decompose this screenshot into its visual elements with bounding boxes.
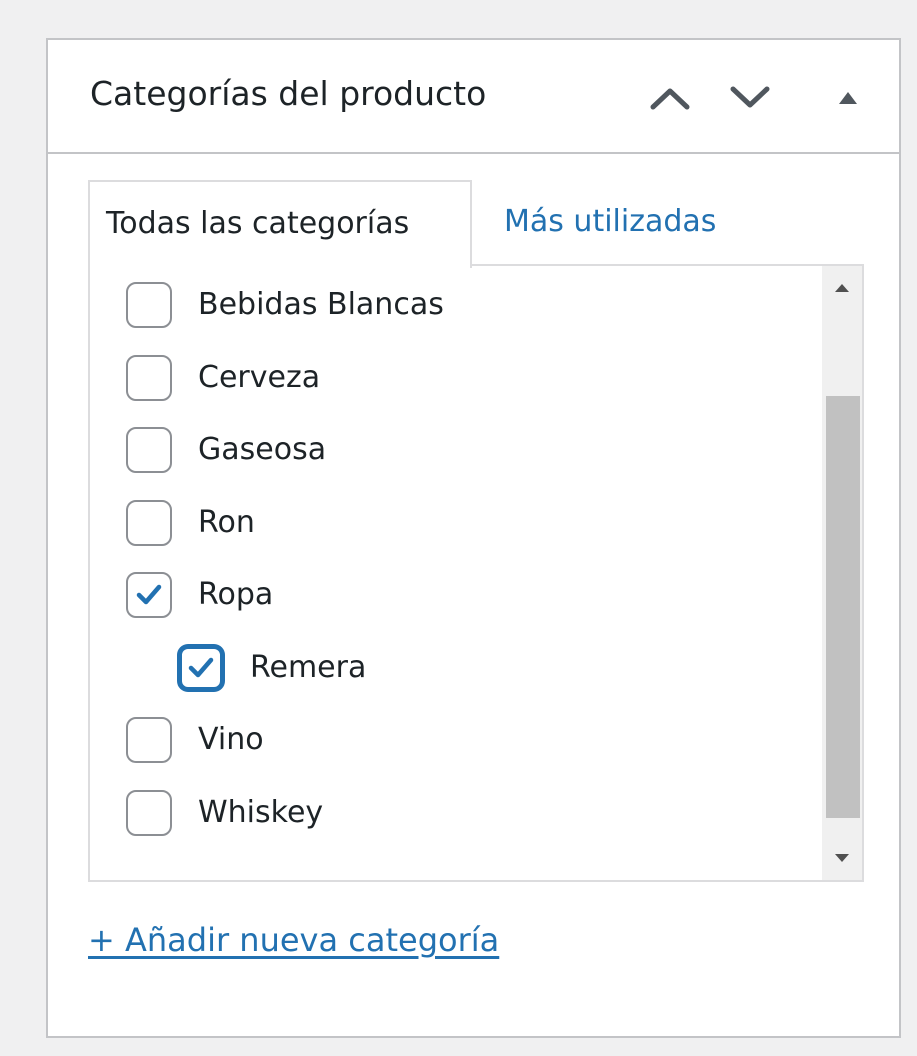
category-checklist: Bebidas Blancas Cerveza Gaseosa Ron Ropa Reme…: [90, 266, 822, 880]
category-checkbox[interactable]: [178, 645, 224, 691]
category-item: Ropa: [126, 570, 273, 620]
category-checkbox[interactable]: [126, 790, 172, 836]
category-item: Vino: [126, 715, 264, 765]
checkmark-icon: [135, 583, 163, 607]
checkmark-icon: [187, 656, 215, 680]
triangle-up-icon: [839, 92, 857, 104]
category-label[interactable]: Bebidas Blancas: [198, 285, 444, 325]
triangle-up-icon: [835, 284, 849, 292]
category-label[interactable]: Cerveza: [198, 358, 320, 398]
scroll-down-arrow[interactable]: [822, 838, 862, 878]
category-label[interactable]: Ropa: [198, 575, 273, 615]
category-label[interactable]: Ron: [198, 503, 255, 543]
tab-all-categories[interactable]: Todas las categorías: [88, 180, 472, 268]
category-item: Gaseosa: [126, 425, 326, 475]
category-checkbox[interactable]: [126, 355, 172, 401]
add-new-category-link[interactable]: + Añadir nueva categoría: [88, 920, 499, 960]
panel-header: Categorías del producto: [48, 40, 899, 154]
category-item: Cerveza: [126, 353, 320, 403]
chevron-down-icon: [730, 86, 770, 108]
triangle-down-icon: [835, 854, 849, 862]
category-item: Bebidas Blancas: [126, 280, 444, 330]
product-categories-panel: Categorías del producto Todas las catego…: [46, 38, 901, 1038]
category-label[interactable]: Remera: [250, 648, 366, 688]
category-item: Remera: [178, 643, 366, 693]
scroll-up-arrow[interactable]: [822, 268, 862, 308]
scroll-thumb[interactable]: [826, 396, 860, 818]
category-item: Ron: [126, 498, 255, 548]
vertical-scrollbar[interactable]: [822, 266, 862, 880]
category-item: Whiskey: [126, 788, 323, 838]
category-checkbox[interactable]: [126, 427, 172, 473]
category-label[interactable]: Whiskey: [198, 793, 323, 833]
move-up-button[interactable]: [646, 74, 694, 122]
category-checkbox[interactable]: [126, 500, 172, 546]
move-down-button[interactable]: [726, 74, 774, 122]
toggle-panel-button[interactable]: [824, 74, 872, 122]
category-checkbox[interactable]: [126, 572, 172, 618]
category-checkbox[interactable]: [126, 717, 172, 763]
category-label[interactable]: Vino: [198, 720, 264, 760]
panel-title: Categorías del producto: [90, 74, 487, 113]
chevron-up-icon: [650, 88, 690, 110]
category-label[interactable]: Gaseosa: [198, 430, 326, 470]
tab-most-used[interactable]: Más utilizadas: [504, 180, 716, 266]
category-checkbox[interactable]: [126, 282, 172, 328]
category-checklist-panel: Bebidas Blancas Cerveza Gaseosa Ron Ropa Reme…: [88, 264, 864, 882]
